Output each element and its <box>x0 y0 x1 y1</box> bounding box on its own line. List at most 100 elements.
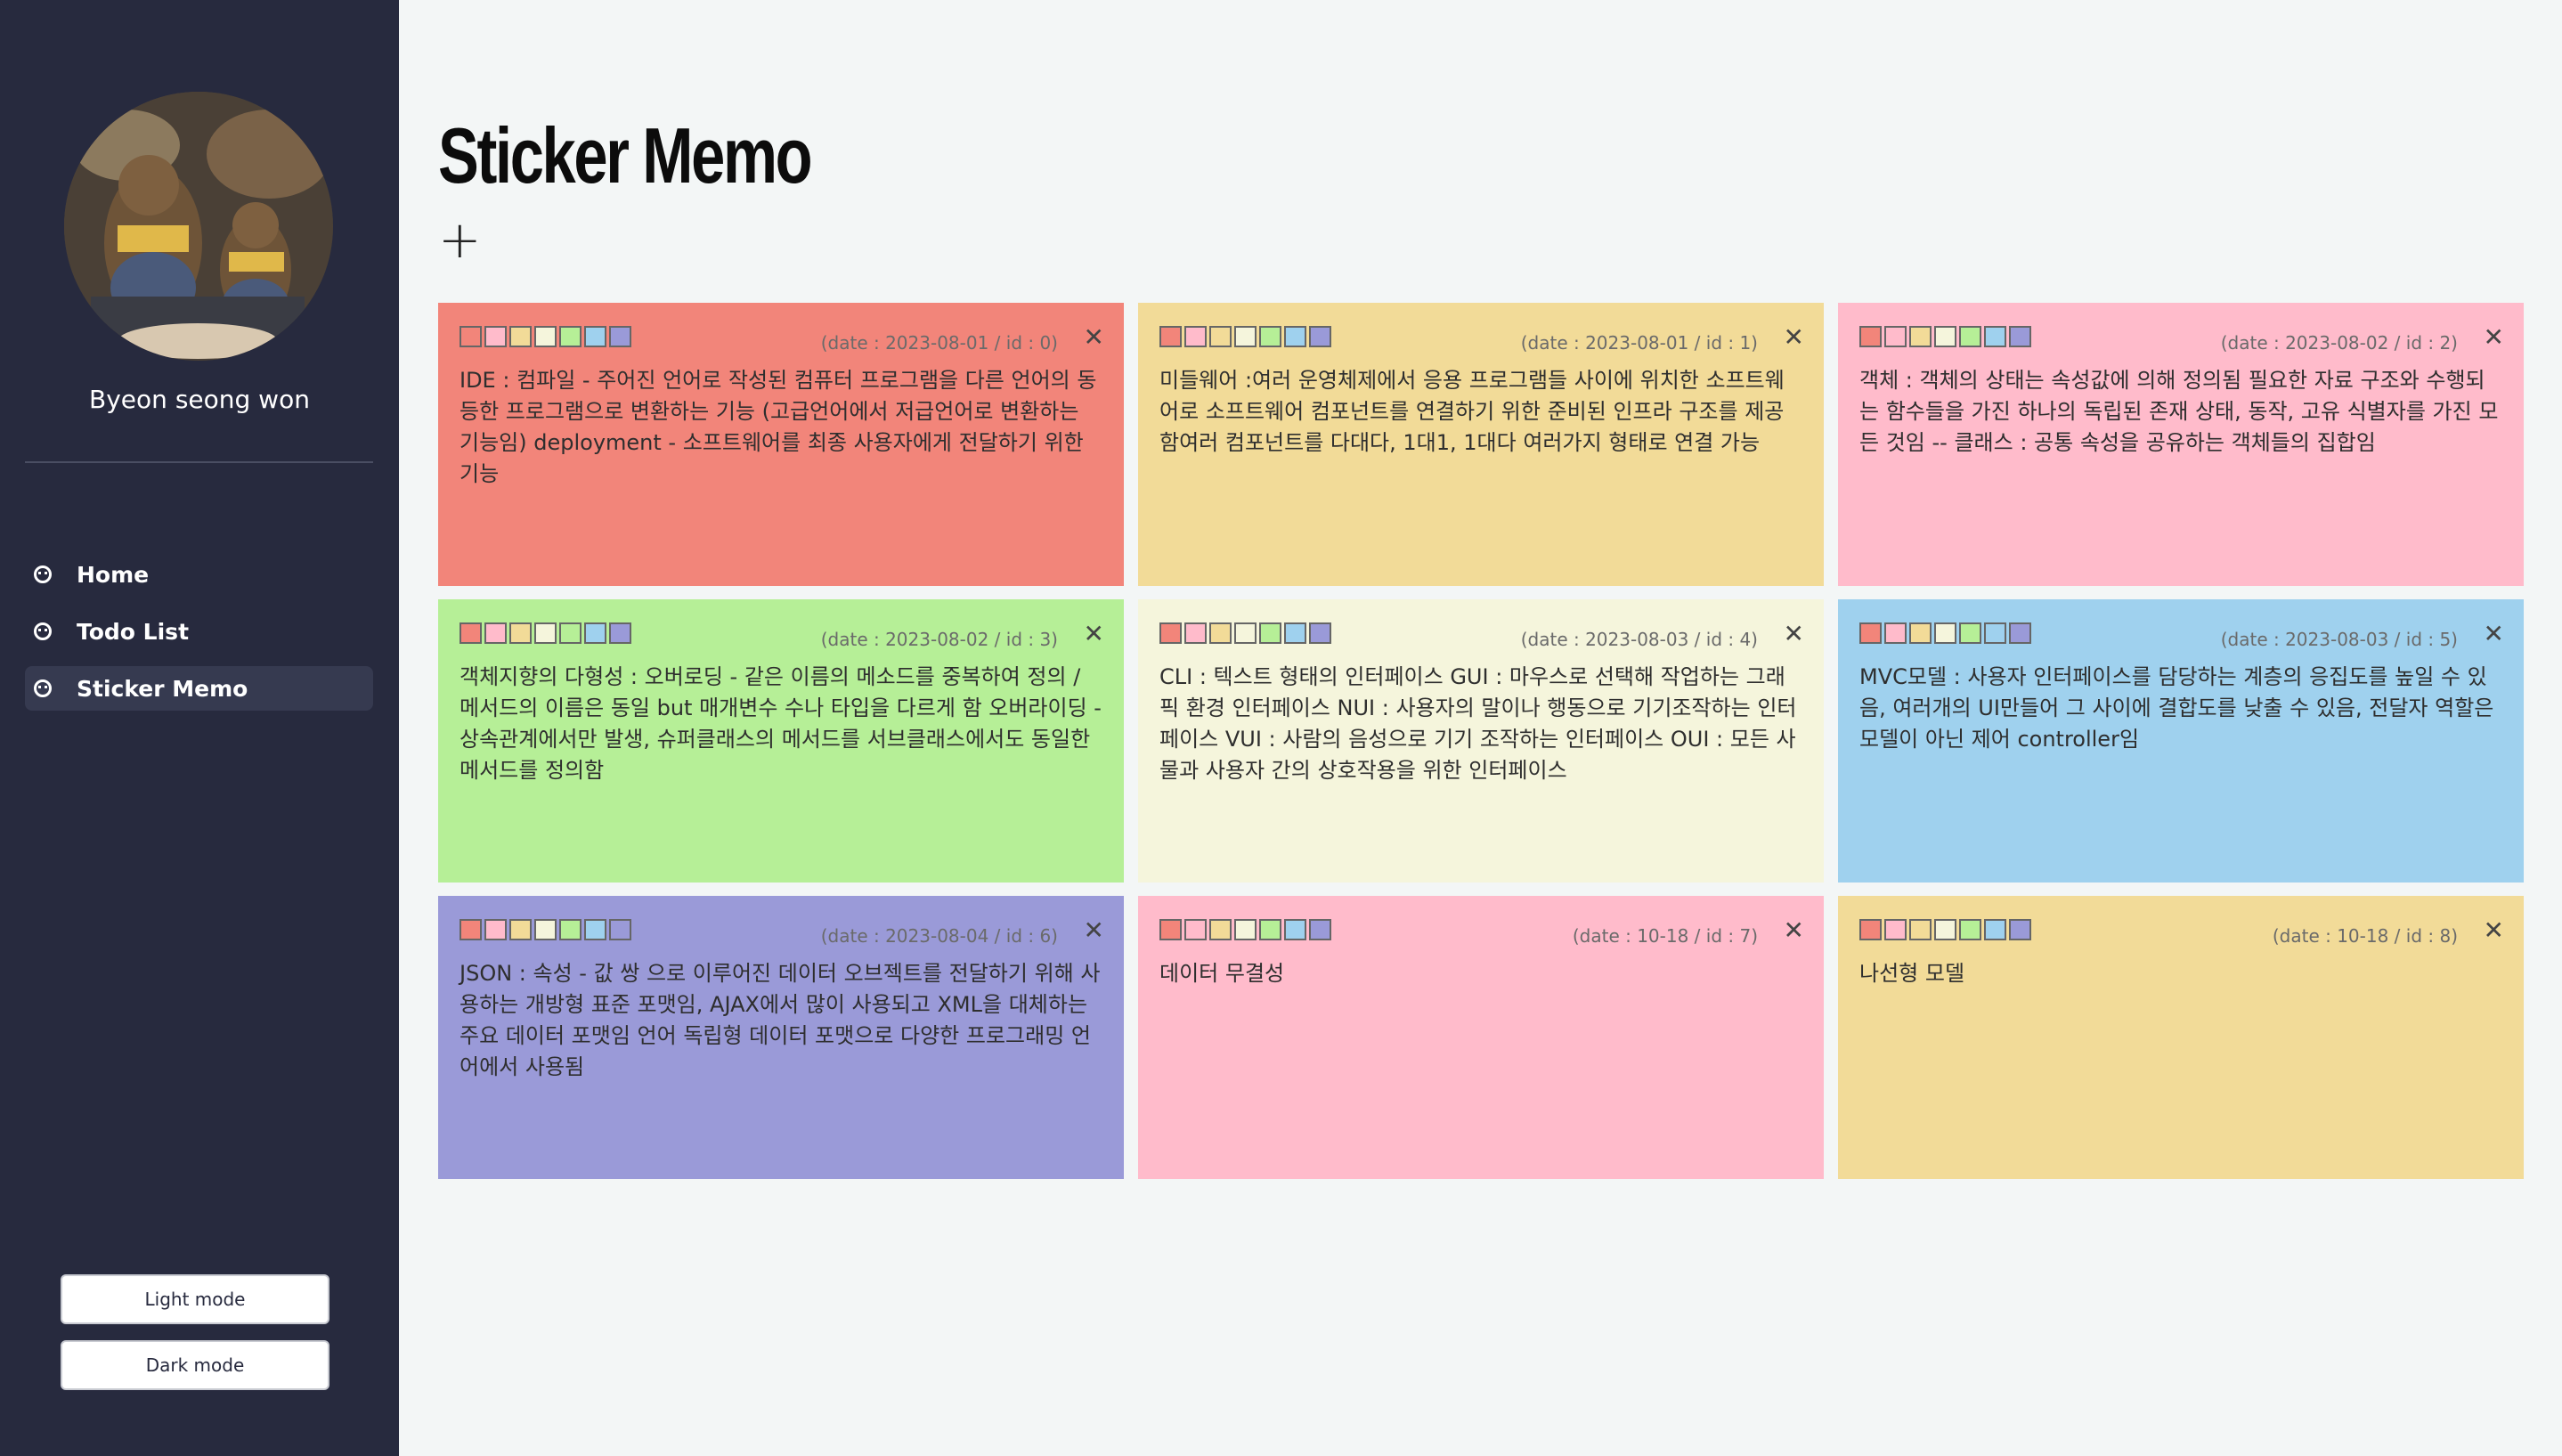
memo-card[interactable]: (date : 2023-08-03 / id : 5) ✕ MVC모델 : 사용자… <box>1838 599 2524 883</box>
memo-text[interactable]: CLI : 텍스트 형태의 인터페이스 GUI : 마우스로 선택해 작업하는 … <box>1159 662 1802 786</box>
color-swatch[interactable] <box>1934 919 1956 940</box>
color-swatch[interactable] <box>509 326 532 347</box>
color-swatch[interactable] <box>1984 326 2006 347</box>
color-swatch[interactable] <box>1884 622 1907 644</box>
memo-card[interactable]: (date : 2023-08-03 / id : 4) ✕ CLI : 텍스트 형… <box>1138 599 1824 883</box>
color-swatch[interactable] <box>1209 622 1232 644</box>
color-swatch[interactable] <box>584 622 606 644</box>
memo-meta: (date : 10-18 / id : 7) <box>1572 925 1758 947</box>
color-swatch[interactable] <box>534 326 557 347</box>
color-swatch[interactable] <box>559 919 582 940</box>
memo-text[interactable]: 데이터 무결성 <box>1159 958 1802 989</box>
color-swatch[interactable] <box>484 622 507 644</box>
color-swatch[interactable] <box>1259 622 1281 644</box>
light-mode-button[interactable]: Light mode <box>61 1274 329 1324</box>
memo-text[interactable]: IDE : 컴파일 - 주어진 언어로 작성된 컴퓨터 프로그램을 다른 언어의… <box>460 365 1102 490</box>
color-swatch[interactable] <box>609 326 631 347</box>
color-swatch[interactable] <box>1259 326 1281 347</box>
color-swatch[interactable] <box>2009 919 2031 940</box>
close-icon[interactable]: ✕ <box>1084 322 1104 352</box>
memo-text[interactable]: 미들웨어 :여러 운영체제에서 응용 프로그램들 사이에 위치한 소프트웨어로 … <box>1159 365 1802 459</box>
color-swatch[interactable] <box>1284 919 1306 940</box>
color-swatch[interactable] <box>1909 326 1932 347</box>
memo-card[interactable]: (date : 2023-08-01 / id : 0) ✕ IDE : 컴파일 -… <box>438 303 1124 586</box>
color-swatch[interactable] <box>1159 919 1182 940</box>
memo-text[interactable]: MVC모델 : 사용자 인터페이스를 담당하는 계층의 응집도를 높일 수 있음… <box>1859 662 2502 755</box>
color-swatch[interactable] <box>1959 326 1981 347</box>
close-icon[interactable]: ✕ <box>2484 915 2504 945</box>
color-swatch[interactable] <box>484 919 507 940</box>
page-title: Sticker Memo <box>438 111 813 199</box>
color-swatch[interactable] <box>1309 326 1331 347</box>
color-swatch[interactable] <box>1159 622 1182 644</box>
color-swatch[interactable] <box>1184 622 1207 644</box>
color-swatch[interactable] <box>1884 919 1907 940</box>
color-swatch[interactable] <box>1909 622 1932 644</box>
color-swatch[interactable] <box>1934 622 1956 644</box>
color-swatch[interactable] <box>460 622 482 644</box>
color-swatch[interactable] <box>1859 622 1882 644</box>
color-swatch[interactable] <box>484 326 507 347</box>
color-swatch[interactable] <box>584 919 606 940</box>
color-swatch[interactable] <box>1234 919 1257 940</box>
color-swatch[interactable] <box>1309 622 1331 644</box>
close-icon[interactable]: ✕ <box>2484 322 2504 352</box>
dark-mode-button[interactable]: Dark mode <box>61 1340 329 1390</box>
color-swatch[interactable] <box>2009 622 2031 644</box>
color-swatch[interactable] <box>559 326 582 347</box>
close-icon[interactable]: ✕ <box>1784 619 1804 648</box>
color-swatch[interactable] <box>1859 326 1882 347</box>
memo-text[interactable]: 객체지향의 다형성 : 오버로딩 - 같은 이름의 메소드를 중복하여 정의 /… <box>460 662 1102 786</box>
memo-meta: (date : 2023-08-04 / id : 6) <box>820 925 1058 947</box>
color-swatch[interactable] <box>1309 919 1331 940</box>
color-swatch[interactable] <box>509 919 532 940</box>
color-swatch[interactable] <box>1184 326 1207 347</box>
color-swatch[interactable] <box>609 622 631 644</box>
add-memo-button[interactable]: + <box>438 214 482 265</box>
sidebar-item-home[interactable]: Home <box>25 552 373 597</box>
memo-card[interactable]: (date : 10-18 / id : 8) ✕ 나선형 모델 <box>1838 896 2524 1179</box>
color-swatch[interactable] <box>1159 326 1182 347</box>
color-swatch[interactable] <box>1859 919 1882 940</box>
memo-card[interactable]: (date : 2023-08-04 / id : 6) ✕ JSON : 속성 -… <box>438 896 1124 1179</box>
memo-text[interactable]: 나선형 모델 <box>1859 958 2502 989</box>
close-icon[interactable]: ✕ <box>1084 915 1104 945</box>
color-swatch[interactable] <box>1284 326 1306 347</box>
memo-text[interactable]: JSON : 속성 - 값 쌍 으로 이루어진 데이터 오브젝트를 전달하기 위… <box>460 958 1102 1083</box>
color-swatch[interactable] <box>559 622 582 644</box>
color-swatch[interactable] <box>1934 326 1956 347</box>
color-swatch[interactable] <box>460 919 482 940</box>
sidebar-item-sticker-memo[interactable]: Sticker Memo <box>25 666 373 711</box>
close-icon[interactable]: ✕ <box>1784 322 1804 352</box>
color-swatch[interactable] <box>460 326 482 347</box>
memo-card[interactable]: (date : 10-18 / id : 7) ✕ 데이터 무결성 <box>1138 896 1824 1179</box>
color-swatch[interactable] <box>1909 919 1932 940</box>
color-swatch[interactable] <box>1209 919 1232 940</box>
color-swatch[interactable] <box>534 622 557 644</box>
memo-meta: (date : 2023-08-01 / id : 0) <box>820 332 1058 354</box>
color-swatch[interactable] <box>1959 622 1981 644</box>
memo-text[interactable]: 객체 : 객체의 상태는 속성값에 의해 정의됨 필요한 자료 구조와 수행되는… <box>1859 365 2502 459</box>
color-swatch[interactable] <box>1959 919 1981 940</box>
memo-card[interactable]: (date : 2023-08-01 / id : 1) ✕ 미들웨어 :여러 운영… <box>1138 303 1824 586</box>
color-swatch[interactable] <box>1259 919 1281 940</box>
sidebar-item-todo-list[interactable]: Todo List <box>25 609 373 654</box>
color-swatch[interactable] <box>1884 326 1907 347</box>
color-swatch[interactable] <box>2009 326 2031 347</box>
color-swatch[interactable] <box>1184 919 1207 940</box>
close-icon[interactable]: ✕ <box>1784 915 1804 945</box>
color-swatch[interactable] <box>509 622 532 644</box>
color-swatch[interactable] <box>1209 326 1232 347</box>
close-icon[interactable]: ✕ <box>2484 619 2504 648</box>
color-swatch[interactable] <box>1234 622 1257 644</box>
memo-card[interactable]: (date : 2023-08-02 / id : 3) ✕ 객체지향의 다형성 :… <box>438 599 1124 883</box>
color-swatch[interactable] <box>1984 622 2006 644</box>
memo-card[interactable]: (date : 2023-08-02 / id : 2) ✕ 객체 : 객체의 상태… <box>1838 303 2524 586</box>
color-swatch[interactable] <box>1984 919 2006 940</box>
color-swatch[interactable] <box>1234 326 1257 347</box>
color-swatch[interactable] <box>584 326 606 347</box>
color-swatch[interactable] <box>1284 622 1306 644</box>
close-icon[interactable]: ✕ <box>1084 619 1104 648</box>
color-swatch[interactable] <box>534 919 557 940</box>
color-swatch[interactable] <box>609 919 631 940</box>
